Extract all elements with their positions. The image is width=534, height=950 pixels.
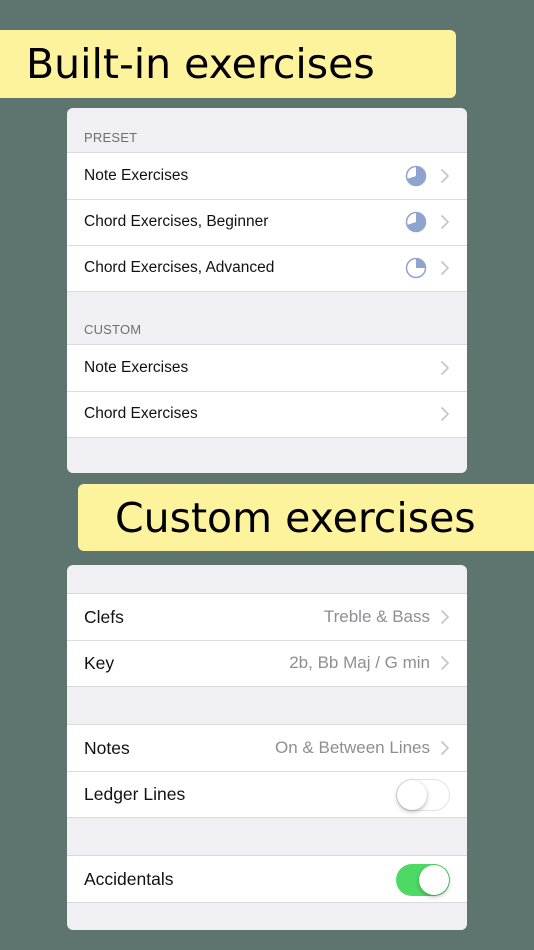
accidentals-toggle[interactable] bbox=[396, 864, 450, 896]
accidentals-label: Accidentals bbox=[84, 868, 174, 889]
chevron-right-icon bbox=[441, 261, 449, 275]
progress-pie-icon bbox=[405, 211, 427, 233]
list-item-label: Note Exercises bbox=[84, 167, 189, 184]
clefs-value: Treble & Bass bbox=[323, 607, 430, 626]
custom-settings-panel: Clefs Treble & Bass Key 2b, Bb Maj / G m… bbox=[67, 565, 467, 930]
toggle-knob bbox=[419, 865, 449, 895]
ledger-lines-row: Ledger Lines bbox=[67, 771, 467, 817]
built-in-exercises-banner: Built-in exercises bbox=[0, 30, 456, 98]
toggle-knob bbox=[397, 780, 427, 810]
ledger-lines-toggle[interactable] bbox=[396, 779, 450, 811]
custom-exercises-banner: Custom exercises bbox=[78, 484, 534, 551]
notes-label: Notes bbox=[84, 737, 130, 758]
clefs-row[interactable]: Clefs Treble & Bass bbox=[67, 594, 467, 640]
exercises-list-panel: PRESET Note Exercises Chord Exercises, B… bbox=[67, 108, 467, 473]
list-item-label: Note Exercises bbox=[84, 359, 189, 376]
preset-section-header: PRESET bbox=[84, 130, 138, 145]
accidentals-row: Accidentals bbox=[67, 856, 467, 902]
chevron-right-icon bbox=[441, 610, 449, 624]
chevron-right-icon bbox=[441, 407, 449, 421]
chevron-right-icon bbox=[441, 169, 449, 183]
key-row[interactable]: Key 2b, Bb Maj / G min bbox=[67, 640, 467, 686]
key-value: 2b, Bb Maj / G min bbox=[289, 653, 430, 672]
clefs-label: Clefs bbox=[84, 606, 124, 627]
clef-key-group: Clefs Treble & Bass Key 2b, Bb Maj / G m… bbox=[67, 593, 467, 687]
preset-group: Note Exercises Chord Exercises, Beginner… bbox=[67, 152, 467, 292]
notes-row[interactable]: Notes On & Between Lines bbox=[67, 725, 467, 771]
list-item-label: Chord Exercises bbox=[84, 405, 198, 422]
custom-item-note-exercises[interactable]: Note Exercises bbox=[67, 345, 467, 391]
custom-item-chord-exercises[interactable]: Chord Exercises bbox=[67, 391, 467, 437]
accidentals-group: Accidentals bbox=[67, 855, 467, 903]
notes-value: On & Between Lines bbox=[275, 738, 430, 757]
preset-item-note-exercises[interactable]: Note Exercises bbox=[67, 153, 467, 199]
custom-group: Note Exercises Chord Exercises bbox=[67, 344, 467, 438]
built-in-exercises-title: Built-in exercises bbox=[26, 40, 375, 88]
custom-section-header: CUSTOM bbox=[84, 322, 142, 337]
ledger-lines-label: Ledger Lines bbox=[84, 783, 186, 804]
custom-exercises-title: Custom exercises bbox=[115, 493, 476, 542]
notes-group: Notes On & Between Lines Ledger Lines bbox=[67, 724, 467, 818]
preset-item-chord-advanced[interactable]: Chord Exercises, Advanced bbox=[67, 245, 467, 291]
list-item-label: Chord Exercises, Beginner bbox=[84, 213, 269, 230]
chevron-right-icon bbox=[441, 656, 449, 670]
chevron-right-icon bbox=[441, 215, 449, 229]
progress-pie-icon bbox=[405, 257, 427, 279]
preset-item-chord-beginner[interactable]: Chord Exercises, Beginner bbox=[67, 199, 467, 245]
chevron-right-icon bbox=[441, 741, 449, 755]
chevron-right-icon bbox=[441, 361, 449, 375]
progress-pie-icon bbox=[405, 165, 427, 187]
key-label: Key bbox=[84, 652, 115, 673]
list-item-label: Chord Exercises, Advanced bbox=[84, 259, 275, 276]
